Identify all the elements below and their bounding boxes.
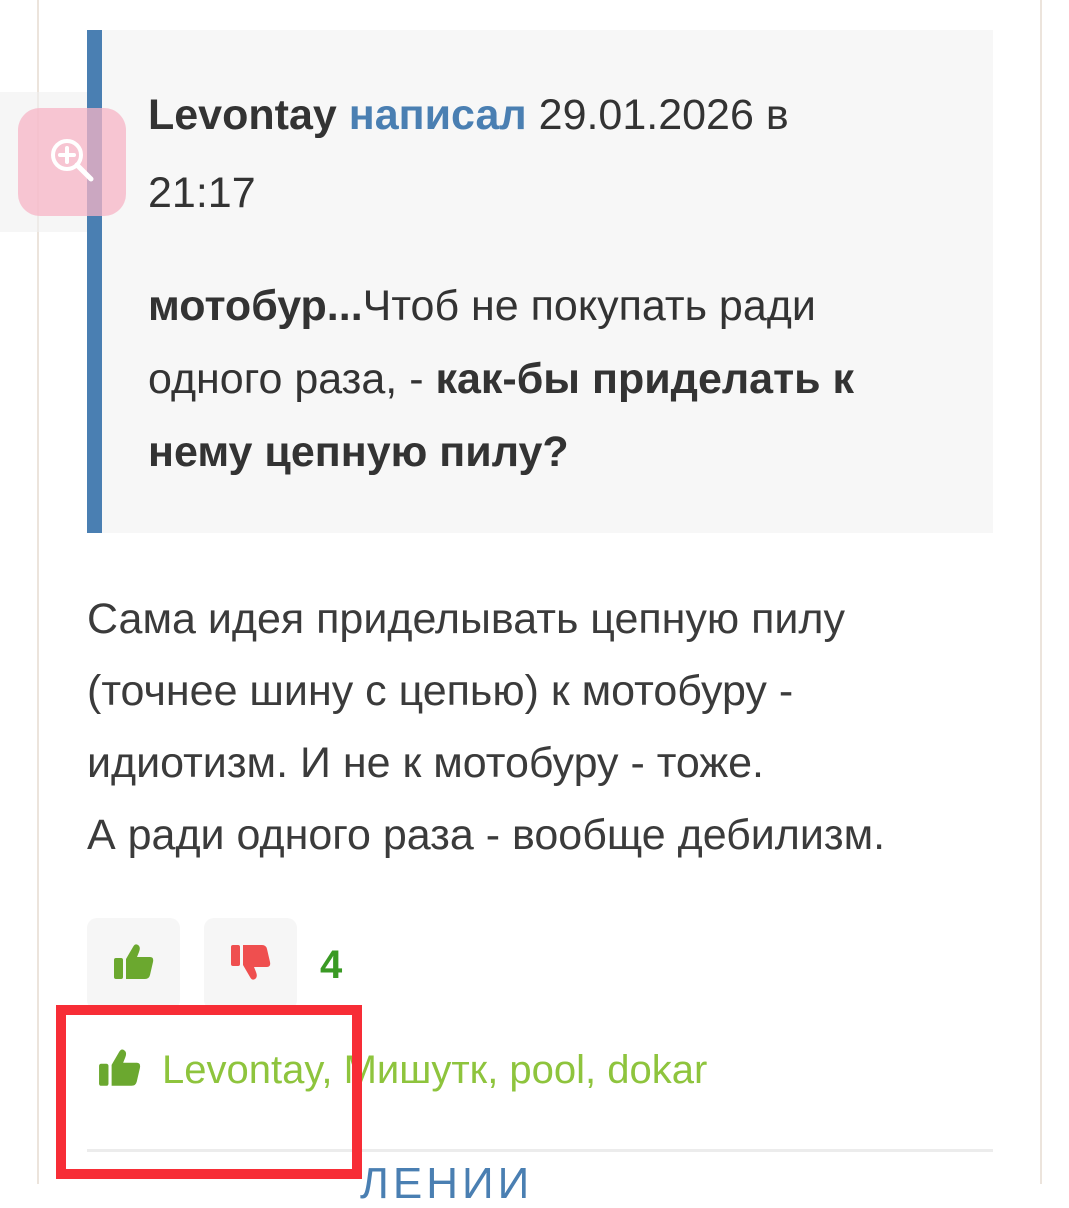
quote-body-bold-lead: мотобур... — [148, 282, 363, 330]
post-line: Сама идея приделывать цепную пилу — [87, 595, 845, 643]
liker-link[interactable]: dokar — [607, 1048, 707, 1092]
zoom-in-icon — [49, 137, 95, 188]
quote-body: мотобур...Чтоб не покупать ради одного р… — [148, 270, 953, 489]
likes-separator: , — [487, 1048, 510, 1092]
post-line: (точнее шину с цепью) к мотобуру - — [87, 667, 794, 715]
post-line: идиотизм. И не к мотобуру - тоже. — [87, 739, 764, 787]
post-text: Сама идея приделывать цепную пилу (точне… — [87, 583, 1027, 871]
quote-block: Levontay написал 29.01.2026 в 21:17 мото… — [87, 30, 993, 533]
zoom-button[interactable] — [18, 108, 126, 216]
thumbs-up-icon — [113, 943, 155, 986]
highlight-annotation-box — [56, 1005, 362, 1179]
quote-time: 21:17 — [148, 169, 256, 217]
likes-separator: , — [585, 1048, 608, 1092]
dislike-button[interactable] — [204, 918, 297, 1010]
vote-count: 4 — [320, 943, 343, 987]
page-border-right — [1040, 0, 1042, 1184]
post-line: А ради одного раза - вообще дебилизм. — [87, 811, 886, 859]
cut-off-heading: ЛЕНИИ — [360, 1159, 534, 1208]
quote-datetime: 29.01.2026 в — [538, 91, 789, 139]
thumbs-down-icon — [230, 943, 272, 986]
liker-link[interactable]: Мишутк — [344, 1048, 488, 1092]
quote-wrote-label: написал — [348, 91, 527, 139]
liker-link[interactable]: pool — [509, 1048, 585, 1092]
quote-author-link[interactable]: Levontay — [148, 91, 337, 139]
quote-header: Levontay написал 29.01.2026 в 21:17 — [148, 76, 953, 232]
like-button[interactable] — [87, 918, 180, 1010]
